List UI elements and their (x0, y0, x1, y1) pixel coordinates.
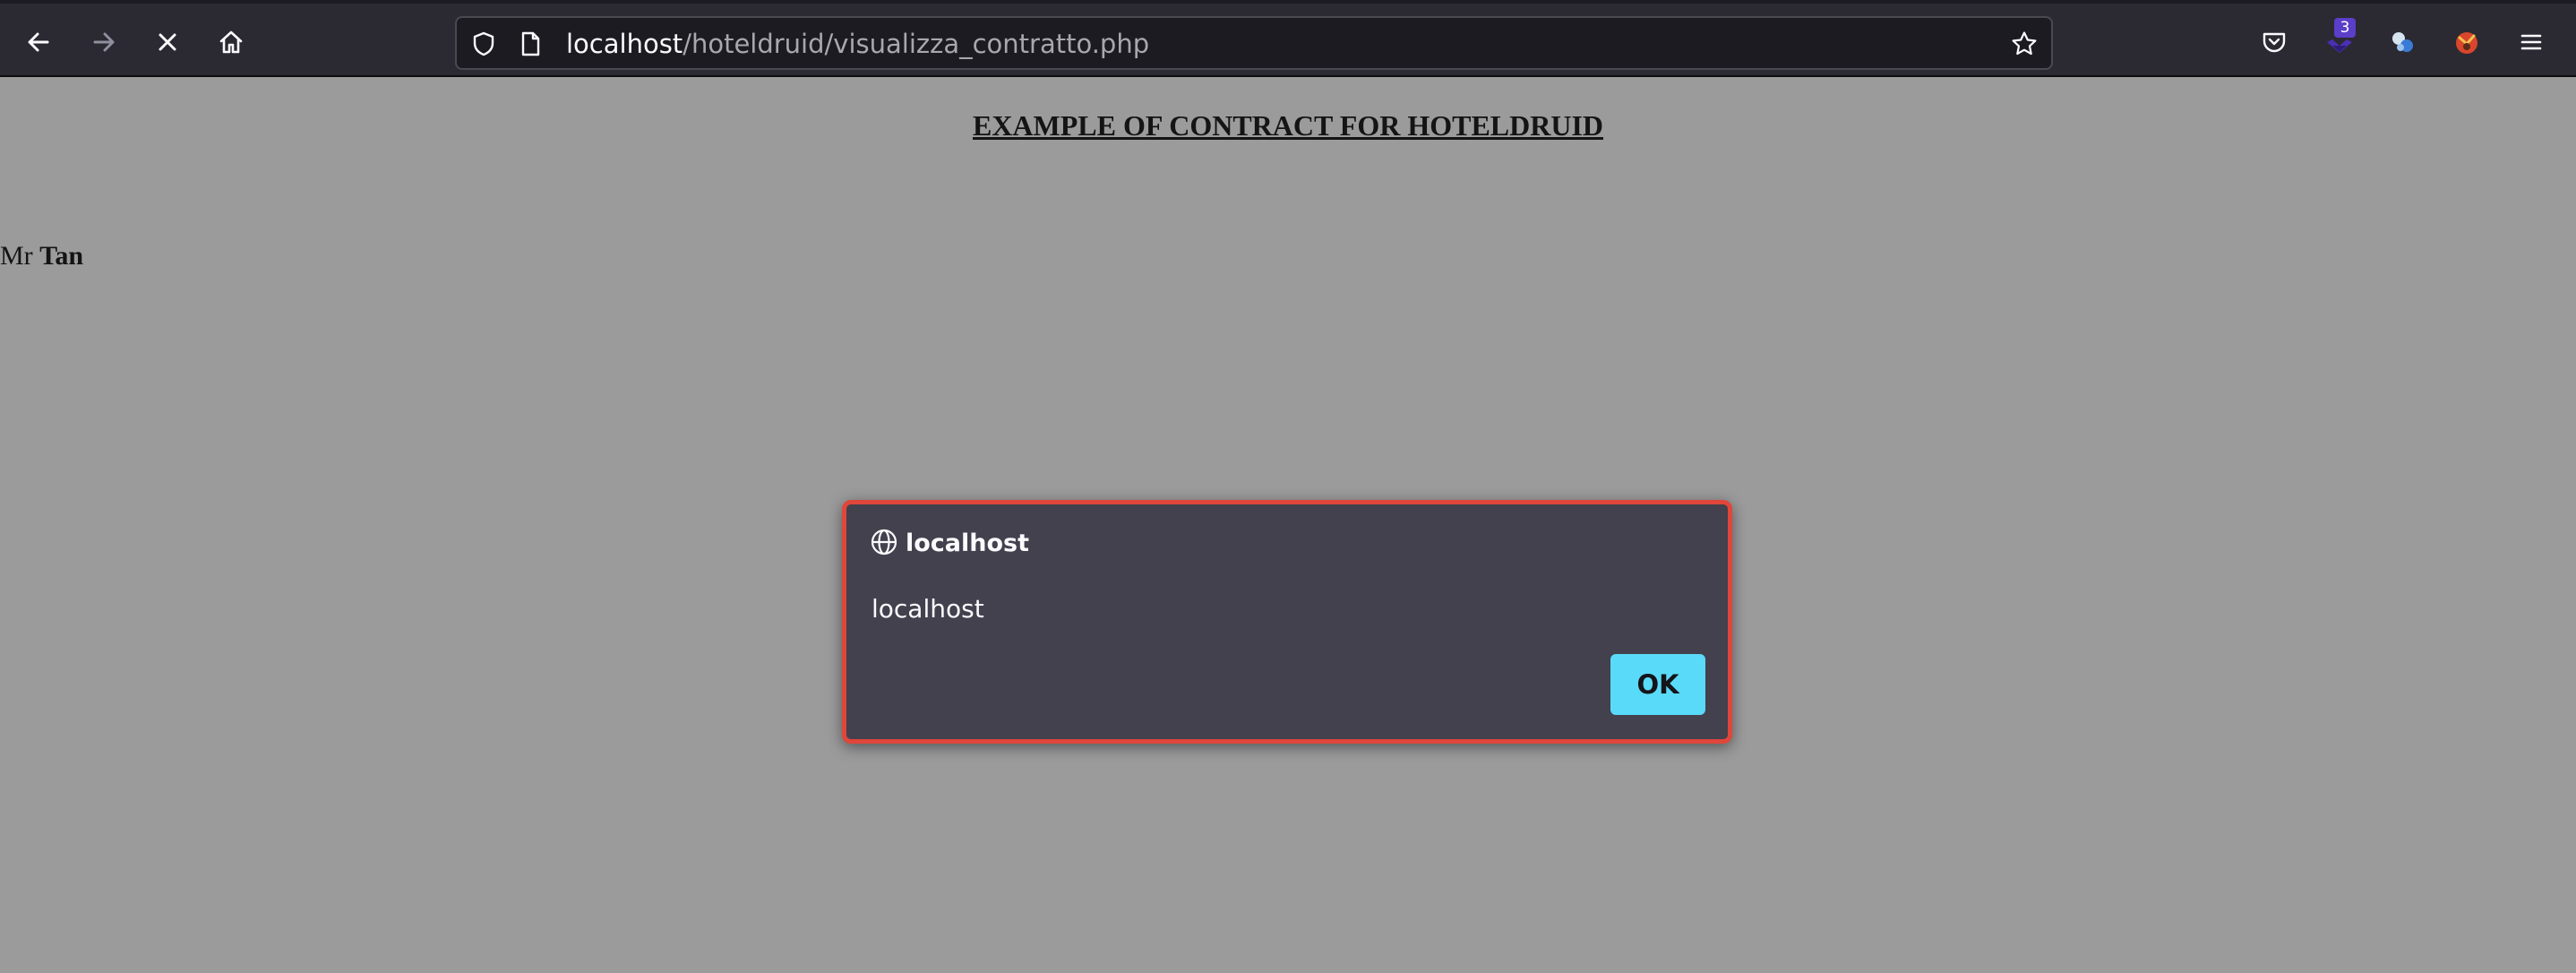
url-bar[interactable]: localhost/hoteldruid/visualizza_contratt… (455, 16, 2053, 70)
extension-button-2[interactable] (2377, 16, 2429, 68)
shield-icon[interactable] (469, 30, 498, 58)
alert-dialog: localhost localhost OK (842, 500, 1732, 744)
page-title: EXAMPLE OF CONTRACT FOR HOTELDRUID (972, 109, 1604, 142)
dialog-title: localhost (906, 530, 1030, 557)
dialog-header: localhost (870, 528, 1029, 560)
browser-toolbar: localhost/hoteldruid/visualizza_contratt… (0, 0, 2576, 77)
forward-arrow-icon (89, 27, 119, 57)
pocket-icon (2260, 28, 2288, 56)
back-button[interactable] (13, 16, 64, 68)
extension-icon (2387, 26, 2419, 58)
pocket-button[interactable] (2248, 16, 2300, 68)
url-text[interactable]: localhost/hoteldruid/visualizza_contratt… (566, 29, 1149, 59)
ok-button[interactable]: OK (1610, 654, 1705, 715)
forward-button[interactable] (78, 16, 130, 68)
bookmark-star-icon[interactable] (2010, 30, 2039, 58)
back-arrow-icon (23, 27, 54, 57)
home-button[interactable] (205, 16, 257, 68)
globe-icon (870, 528, 898, 560)
customer-greeting: Mr Tan (0, 238, 83, 274)
app-menu-button[interactable] (2505, 16, 2557, 68)
stop-loading-button[interactable] (142, 16, 193, 68)
menu-icon (2518, 29, 2545, 56)
url-host: localhost (566, 29, 683, 59)
extension-icon (2451, 26, 2483, 58)
greeting-prefix: Mr (0, 241, 33, 271)
extension-button-3[interactable] (2441, 16, 2493, 68)
extension-badge: 3 (2334, 18, 2356, 38)
dialog-message: localhost (872, 594, 984, 624)
page-icon[interactable] (516, 30, 545, 58)
customer-name: Tan (39, 241, 84, 271)
stop-loading-icon (152, 27, 183, 57)
url-path: /hoteldruid/visualizza_contratto.php (683, 29, 1150, 59)
home-icon (216, 27, 246, 57)
